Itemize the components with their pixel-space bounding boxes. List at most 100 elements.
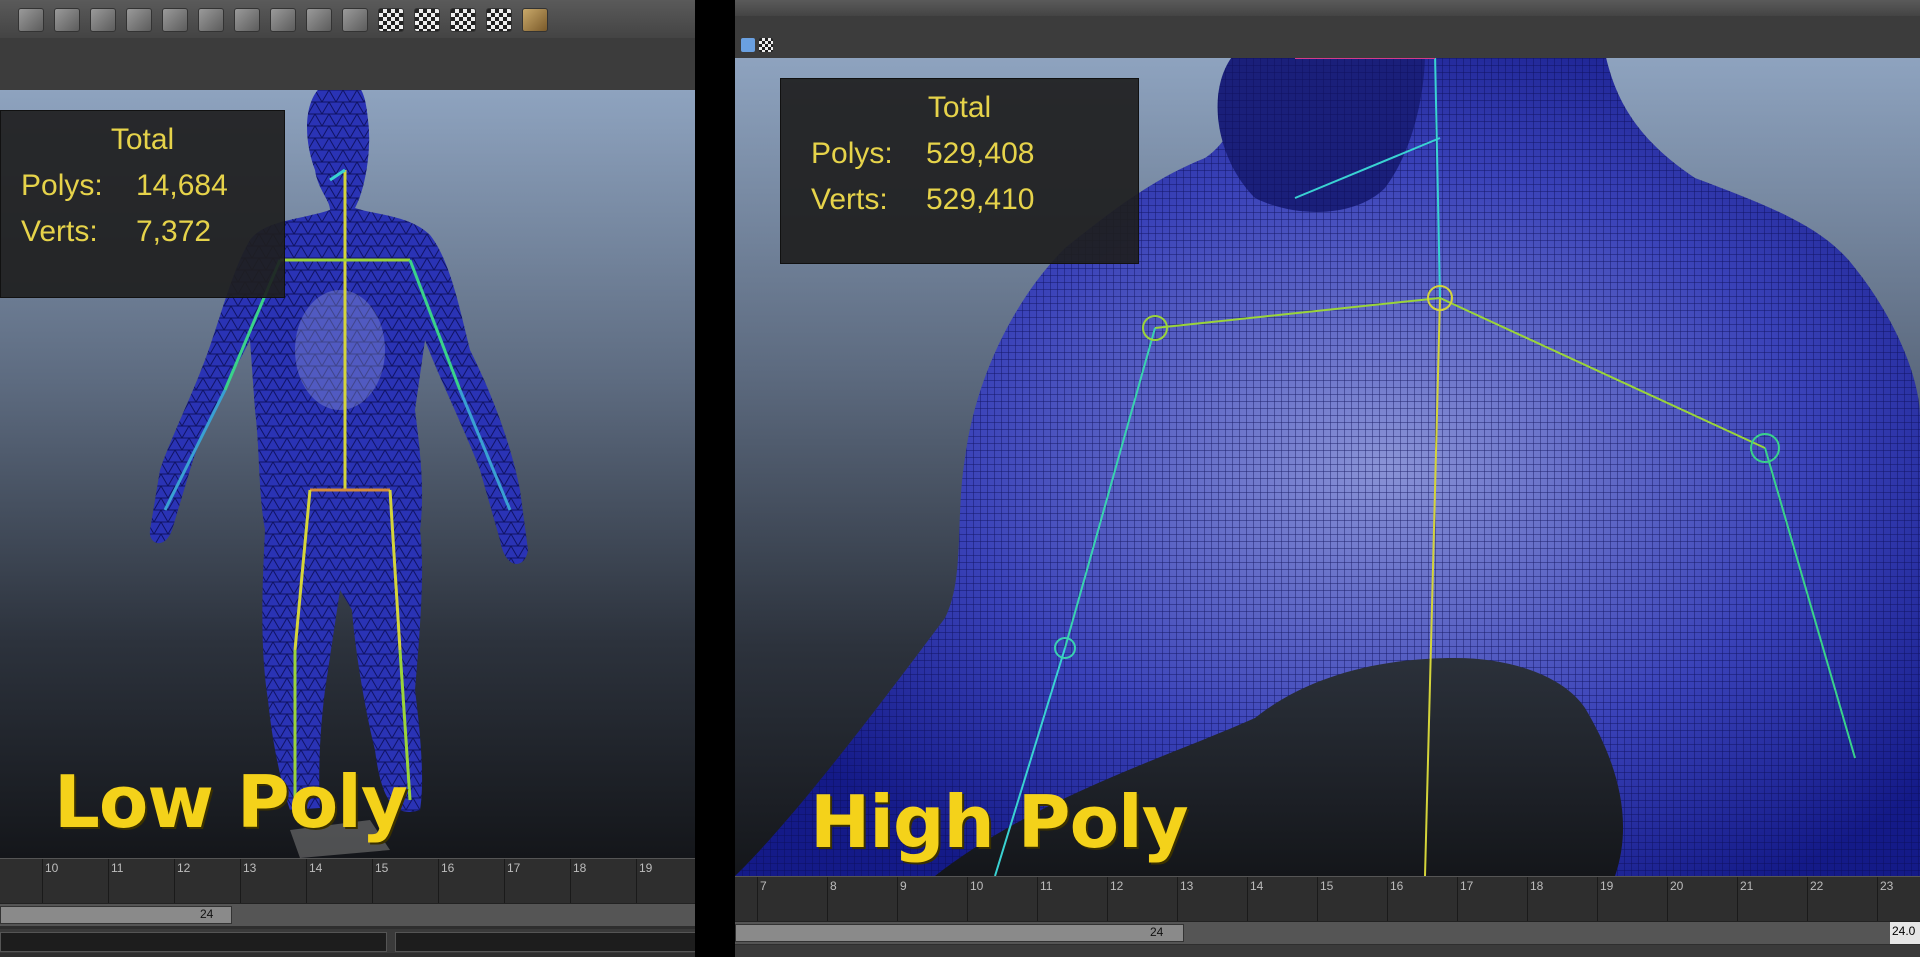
timeline-tick-label: 15	[375, 861, 389, 875]
timeline-tick-label: 20	[1670, 879, 1684, 893]
timeline-tick	[897, 877, 898, 921]
timeline-tick	[504, 859, 505, 903]
low-poly-label: Low Poly	[54, 760, 408, 844]
timeline-tick	[967, 877, 968, 921]
command-line	[735, 945, 1920, 957]
texture-checker-icon[interactable]	[486, 8, 512, 32]
poly-count-hud: Total Polys: 529,408 Verts: 529,410	[780, 78, 1139, 264]
timeline-tick	[108, 859, 109, 903]
timeline-tick-label: 21	[1740, 879, 1754, 893]
low-poly-viewport-panel: Total Polys: 14,684 Verts: 7,372 Low Pol…	[0, 0, 695, 957]
timeline-tick	[1387, 877, 1388, 921]
range-end-value: 24	[200, 907, 214, 921]
timeline-tick-label: 14	[1250, 879, 1264, 893]
high-poly-label: High Poly	[810, 780, 1189, 864]
timeline-tick-label: 16	[441, 861, 455, 875]
timeline-tick-label: 11	[1040, 879, 1053, 893]
timeline-tick	[827, 877, 828, 921]
high-poly-viewport-panel: Total Polys: 529,408 Verts: 529,410 High…	[735, 0, 1920, 957]
timeline-tick	[1037, 877, 1038, 921]
timeline-tick-label: 19	[639, 861, 653, 875]
terrain-icon[interactable]	[522, 8, 548, 32]
timeline-tick	[757, 877, 758, 921]
timeline-tick-label: 18	[573, 861, 587, 875]
viewport-3d[interactable]: Total Polys: 14,684 Verts: 7,372 Low Pol…	[0, 90, 695, 858]
polys-label: Polys:	[811, 137, 893, 170]
timeline-tick	[240, 859, 241, 903]
timeline-tick	[1247, 877, 1248, 921]
verts-value: 7,372	[136, 215, 212, 248]
poly-count-hud: Total Polys: 14,684 Verts: 7,372	[0, 110, 285, 298]
verts-label: Verts:	[811, 183, 888, 216]
feedback-field	[395, 932, 695, 952]
range-handle[interactable]	[0, 906, 232, 924]
joint-tool-icon[interactable]	[270, 8, 296, 32]
timeline-tick-label: 8	[830, 879, 837, 893]
paint-weights-icon[interactable]	[342, 8, 368, 32]
timeline-tick-label: 16	[1390, 879, 1404, 893]
range-handle[interactable]	[735, 924, 1184, 942]
polys-value: 529,408	[926, 137, 1035, 170]
timeline-tick	[1737, 877, 1738, 921]
ik-handle-icon[interactable]	[306, 8, 332, 32]
ipr-render-icon[interactable]	[90, 8, 116, 32]
timeline-tick	[174, 859, 175, 903]
camera-icon[interactable]	[741, 38, 755, 52]
timeline-tick-label: 23	[1880, 879, 1894, 893]
timeline-tick-label: 7	[760, 879, 767, 893]
verts-label: Verts:	[21, 215, 98, 248]
polys-label: Polys:	[21, 169, 103, 202]
checker-icon[interactable]	[378, 8, 404, 32]
timeline-tick	[1807, 877, 1808, 921]
time-ruler[interactable]: 10 11 12 13 14 15 16 17 18 19	[0, 859, 695, 903]
current-frame-field[interactable]: 24.0	[1890, 922, 1920, 944]
checker-icon[interactable]	[450, 8, 476, 32]
timeline-tick	[570, 859, 571, 903]
time-ruler[interactable]: 7 8 9 10 11 12 13 14 15 16 17 18 19 20 21 22 23	[735, 877, 1920, 921]
range-slider[interactable]: 24 24.0	[735, 921, 1920, 944]
checker-icon[interactable]	[414, 8, 440, 32]
polys-value: 14,684	[136, 169, 228, 202]
viewport-3d[interactable]: Total Polys: 529,408 Verts: 529,410 High…	[735, 58, 1920, 876]
render-settings-icon[interactable]	[234, 8, 260, 32]
timeline-tick-label: 10	[45, 861, 59, 875]
timeline-tick-label: 12	[177, 861, 191, 875]
timeline-tick	[306, 859, 307, 903]
viewport-menu-bar	[0, 38, 695, 91]
timeline-tick-label: 13	[1180, 879, 1194, 893]
timeline-tick	[1107, 877, 1108, 921]
checker-icon[interactable]	[759, 38, 773, 52]
timeline-tick	[1667, 877, 1668, 921]
shelf-toolbar	[0, 0, 695, 39]
render-icon[interactable]	[54, 8, 80, 32]
timeline-tick-label: 19	[1600, 879, 1614, 893]
shelf-toolbar	[735, 0, 1920, 17]
timeline-tick-label: 11	[111, 861, 124, 875]
timeline-tick-label: 12	[1110, 879, 1124, 893]
time-slider[interactable]: 7 8 9 10 11 12 13 14 15 16 17 18 19 20 21 22 23 24 24.0	[735, 876, 1920, 957]
verts-value: 529,410	[926, 183, 1035, 216]
timeline-tick-label: 22	[1810, 879, 1824, 893]
timeline-tick	[636, 859, 637, 903]
timeline-tick	[372, 859, 373, 903]
hud-title: Total	[927, 91, 992, 124]
hud-title: Total	[110, 123, 175, 156]
timeline-tick-label: 13	[243, 861, 257, 875]
timeline-tick	[1177, 877, 1178, 921]
timeline-tick-label: 9	[900, 879, 907, 893]
timeline-tick	[42, 859, 43, 903]
time-slider[interactable]: 10 11 12 13 14 15 16 17 18 19 24	[0, 858, 695, 957]
command-field[interactable]	[0, 932, 387, 952]
timeline-tick-label: 14	[309, 861, 323, 875]
settings-icon[interactable]	[126, 8, 152, 32]
render-icon[interactable]	[18, 8, 44, 32]
range-end-value: 24	[1150, 925, 1164, 939]
timeline-tick	[1527, 877, 1528, 921]
timeline-tick-label: 17	[507, 861, 521, 875]
timeline-tick	[1457, 877, 1458, 921]
timeline-tick-label: 10	[970, 879, 984, 893]
render-view-icon[interactable]	[198, 8, 224, 32]
timeline-tick	[438, 859, 439, 903]
hypershade-icon[interactable]	[162, 8, 188, 32]
range-slider[interactable]: 24	[0, 903, 695, 926]
